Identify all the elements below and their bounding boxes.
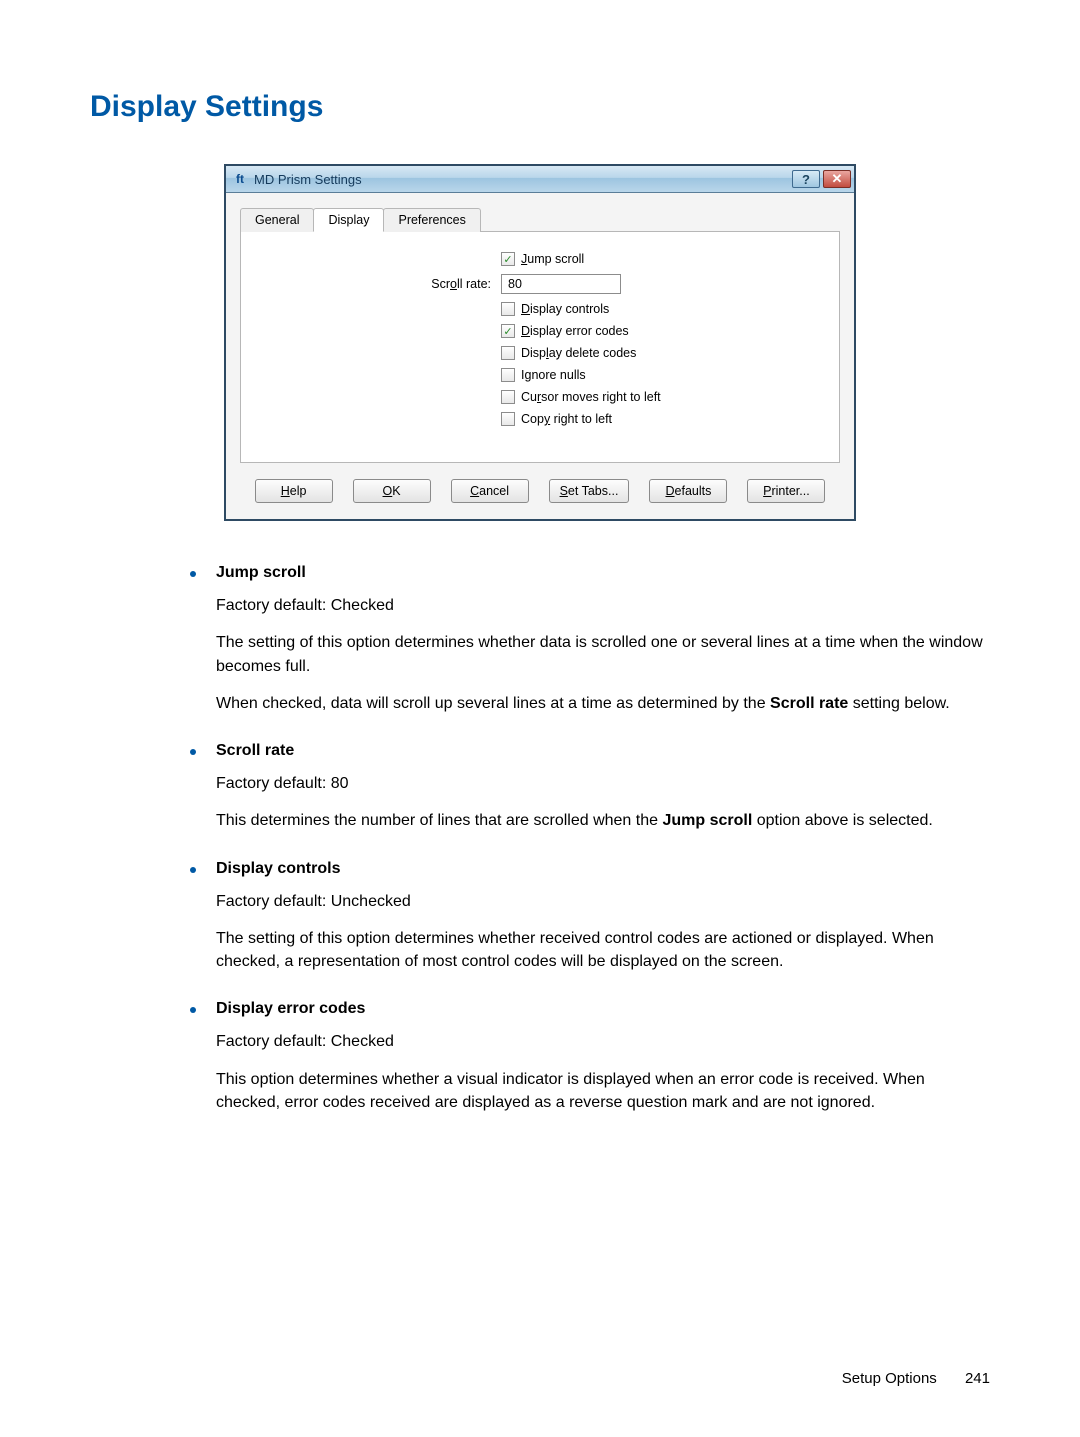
cursor-rtl-label: Cursor moves right to left	[521, 390, 661, 404]
bullet-icon	[190, 867, 196, 873]
printer-button[interactable]: Printer...	[747, 479, 825, 503]
desc-item-1: Scroll rate Factory default: 80 This deter…	[190, 739, 990, 833]
descriptions: Jump scroll Factory default: Checked The s…	[190, 561, 990, 1114]
cursor-rtl-checkbox[interactable]	[501, 390, 515, 404]
desc-default: Factory default: Checked	[216, 1030, 990, 1053]
footer-page-number: 241	[965, 1370, 990, 1387]
cursor-rtl-row: Cursor moves right to left	[261, 390, 819, 404]
desc-paragraph: When checked, data will scroll up severa…	[216, 692, 990, 715]
desc-body: Factory default: Checked This option dete…	[216, 1030, 990, 1114]
desc-paragraph: This option determines whether a visual …	[216, 1068, 990, 1114]
desc-body: Factory default: Unchecked The setting of…	[216, 890, 990, 974]
dialog-button-row: Help OK Cancel Set Tabs... Defaults Printer..…	[240, 479, 840, 503]
set-tabs-button[interactable]: Set Tabs...	[549, 479, 630, 503]
desc-item-2: Display controls Factory default: Uncheck…	[190, 857, 990, 974]
page-title: Display Settings	[90, 90, 990, 124]
display-delete-codes-checkbox[interactable]	[501, 346, 515, 360]
display-controls-label: Display controls	[521, 302, 609, 316]
desc-default: Factory default: Checked	[216, 594, 990, 617]
bullet-icon	[190, 749, 196, 755]
jump-scroll-checkbox[interactable]: ✓	[501, 252, 515, 266]
display-delete-codes-row: Display delete codes	[261, 346, 819, 360]
display-controls-row: Display controls	[261, 302, 819, 316]
ignore-nulls-row: Ignore nulls	[261, 368, 819, 382]
cancel-button[interactable]: Cancel	[451, 479, 529, 503]
desc-body: Factory default: 80 This determines the n…	[216, 772, 990, 832]
display-controls-checkbox[interactable]	[501, 302, 515, 316]
copy-rtl-label: Copy right to left	[521, 412, 612, 426]
page-footer: Setup Options 241	[842, 1370, 990, 1387]
help-button[interactable]: Help	[255, 479, 333, 503]
tab-preferences[interactable]: Preferences	[383, 208, 480, 232]
desc-paragraph: The setting of this option determines wh…	[216, 631, 990, 677]
bullet-icon	[190, 1007, 196, 1013]
display-error-codes-label: Display error codes	[521, 324, 629, 338]
tab-display[interactable]: Display	[313, 208, 384, 232]
desc-paragraph: The setting of this option determines wh…	[216, 927, 990, 973]
ignore-nulls-checkbox[interactable]	[501, 368, 515, 382]
scroll-rate-label: Scroll rate:	[261, 277, 501, 291]
scroll-rate-row: Scroll rate:	[261, 274, 819, 294]
desc-default: Factory default: Unchecked	[216, 890, 990, 913]
desc-default: Factory default: 80	[216, 772, 990, 795]
footer-section: Setup Options	[842, 1370, 937, 1387]
defaults-button[interactable]: Defaults	[649, 479, 727, 503]
desc-item-0: Jump scroll Factory default: Checked The s…	[190, 561, 990, 715]
bullet-icon	[190, 571, 196, 577]
desc-body: Factory default: Checked The setting of t…	[216, 594, 990, 715]
desc-paragraph: This determines the number of lines that…	[216, 809, 990, 832]
copy-rtl-row: Copy right to left	[261, 412, 819, 426]
display-error-codes-checkbox[interactable]: ✓	[501, 324, 515, 338]
jump-scroll-row: ✓ Jump scroll	[261, 252, 819, 266]
tab-row: GeneralDisplayPreferences	[240, 207, 840, 232]
ok-button[interactable]: OK	[353, 479, 431, 503]
desc-title: Scroll rate	[216, 739, 294, 762]
app-icon: ft	[232, 171, 248, 187]
scroll-rate-input[interactable]	[501, 274, 621, 294]
display-tab-panel: ✓ Jump scroll Scroll rate: Display controls…	[240, 232, 840, 463]
copy-rtl-checkbox[interactable]	[501, 412, 515, 426]
desc-title: Display error codes	[216, 997, 365, 1020]
ignore-nulls-label: Ignore nulls	[521, 368, 586, 382]
jump-scroll-label: Jump scroll	[521, 252, 584, 266]
help-titlebar-button[interactable]: ?	[792, 170, 820, 188]
desc-title: Display controls	[216, 857, 340, 880]
desc-item-3: Display error codes Factory default: Chec…	[190, 997, 990, 1114]
desc-title: Jump scroll	[216, 561, 306, 584]
tab-general[interactable]: General	[240, 208, 314, 232]
titlebar: ft MD Prism Settings ? ✕	[226, 166, 854, 193]
settings-dialog: ft MD Prism Settings ? ✕ GeneralDisplayP…	[224, 164, 856, 521]
display-delete-codes-label: Display delete codes	[521, 346, 636, 360]
display-error-codes-row: ✓ Display error codes	[261, 324, 819, 338]
close-titlebar-button[interactable]: ✕	[823, 170, 851, 188]
window-title: MD Prism Settings	[254, 172, 362, 187]
